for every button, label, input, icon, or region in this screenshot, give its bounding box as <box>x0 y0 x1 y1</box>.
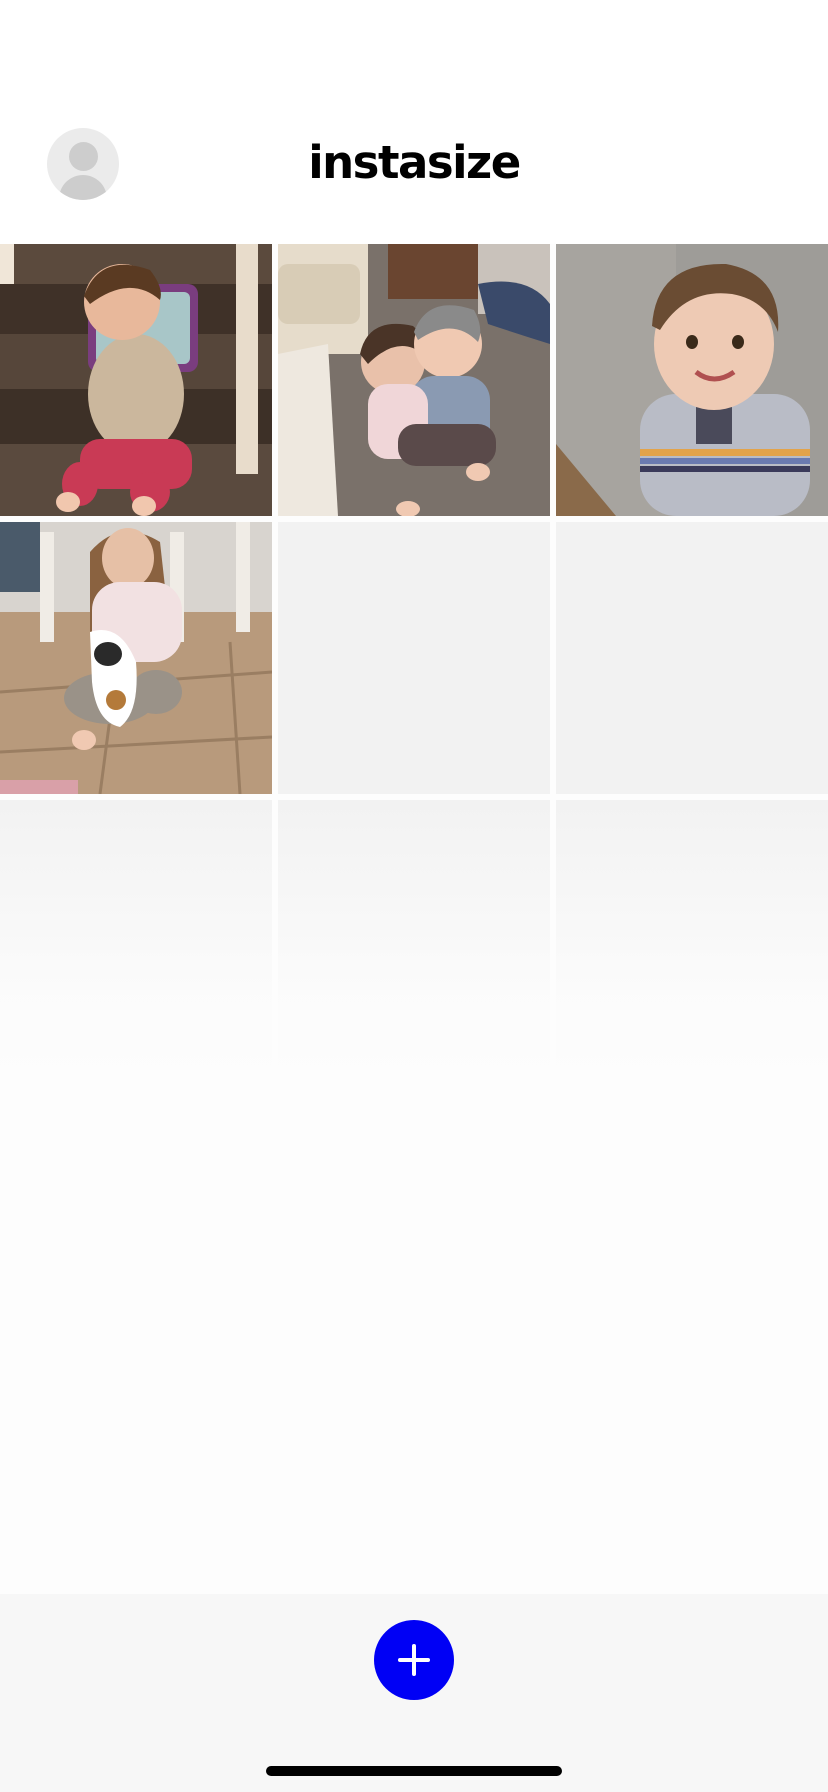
home-indicator[interactable] <box>266 1766 562 1776</box>
photo-grid <box>0 244 828 1072</box>
photo-tile[interactable] <box>556 244 828 516</box>
photo-tile[interactable] <box>278 244 550 516</box>
plus-icon <box>398 1644 430 1676</box>
photo-thumbnail-image <box>0 522 272 794</box>
photo-tile[interactable] <box>0 244 272 516</box>
app-title: instasize <box>308 136 521 189</box>
screen: instasize <box>0 0 828 1792</box>
add-photo-button[interactable] <box>374 1620 454 1700</box>
empty-photo-slot <box>0 800 272 1072</box>
photo-tile[interactable] <box>0 522 272 794</box>
header: instasize <box>0 0 828 244</box>
empty-photo-slot <box>278 522 550 794</box>
empty-photo-slot <box>278 800 550 1072</box>
empty-photo-slot <box>556 522 828 794</box>
photo-thumbnail-image <box>278 244 550 516</box>
photo-thumbnail-image <box>556 244 828 516</box>
empty-photo-slot <box>556 800 828 1072</box>
photo-thumbnail-image <box>0 244 272 516</box>
